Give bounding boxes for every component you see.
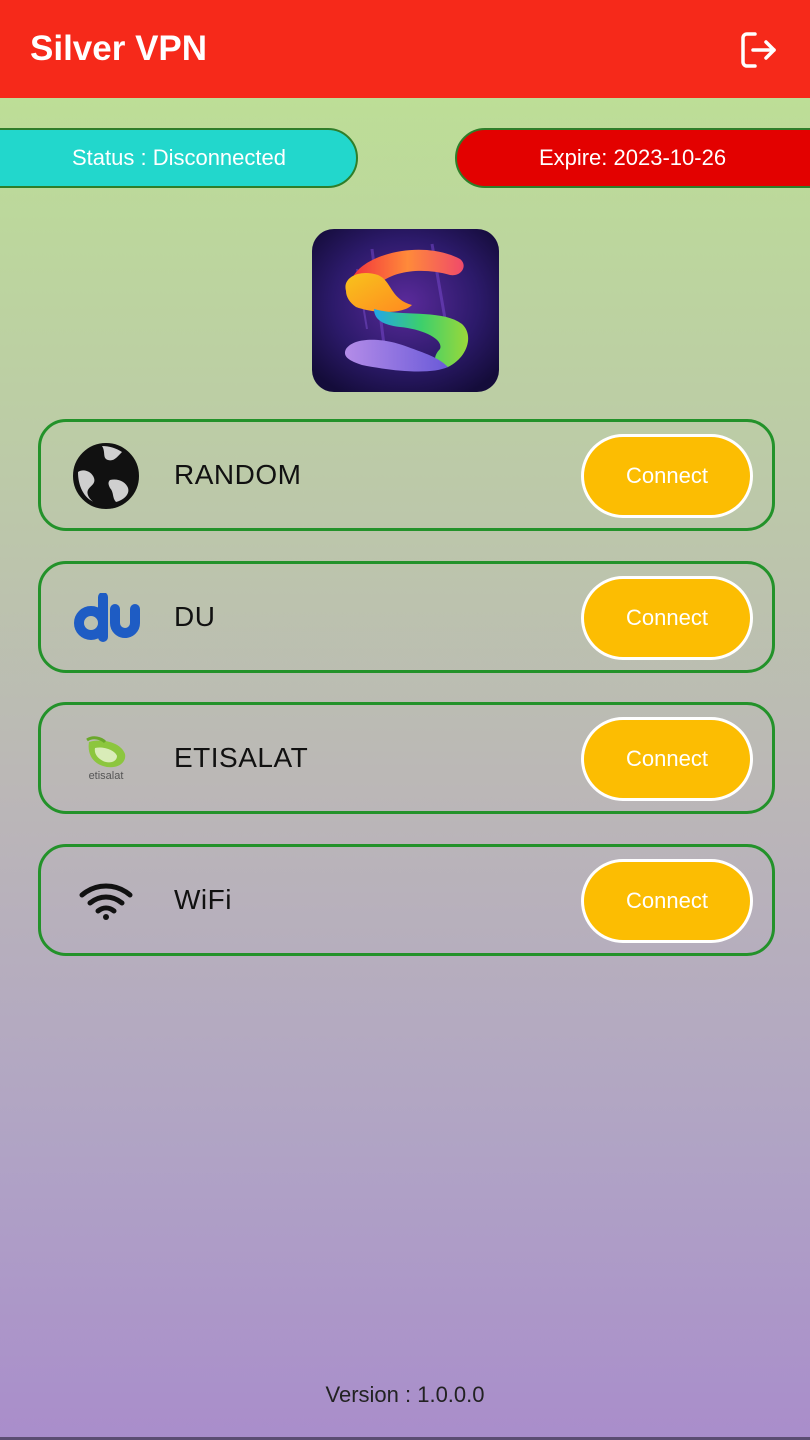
logout-icon xyxy=(741,32,776,68)
server-name: RANDOM xyxy=(174,459,302,490)
app-logo xyxy=(312,229,499,392)
server-card-etisalat: etisalat ETISALAT Connect xyxy=(38,702,775,814)
connect-button[interactable]: Connect xyxy=(581,717,753,801)
server-name: DU xyxy=(174,601,216,632)
globe-icon xyxy=(71,441,141,511)
connect-button[interactable]: Connect xyxy=(581,434,753,518)
version-label: Version : 1.0.0.0 xyxy=(325,1382,485,1407)
etisalat-logo-text: etisalat xyxy=(88,770,124,782)
etisalat-logo: etisalat xyxy=(71,724,141,794)
server-card-du: DU Connect xyxy=(38,561,775,673)
du-logo xyxy=(71,583,141,653)
expire-text: Expire: 2023-10-26 xyxy=(538,145,727,170)
expire-badge: Expire: 2023-10-26 xyxy=(455,128,810,188)
status-badge: Status : Disconnected xyxy=(0,128,358,188)
status-text: Status : Disconnected xyxy=(71,145,286,170)
connect-button[interactable]: Connect xyxy=(581,859,753,943)
app-bar: Silver VPN xyxy=(0,0,810,98)
logout-button[interactable] xyxy=(735,26,783,74)
rainbow-s-logo xyxy=(312,229,499,392)
app-title: Silver VPN xyxy=(30,29,208,68)
wifi-icon xyxy=(71,866,141,936)
server-name: ETISALAT xyxy=(174,742,309,773)
connect-button[interactable]: Connect xyxy=(581,576,753,660)
server-card-wifi: WiFi Connect xyxy=(38,844,775,956)
server-name: WiFi xyxy=(174,884,232,915)
server-card-random: RANDOM Connect xyxy=(38,419,775,531)
